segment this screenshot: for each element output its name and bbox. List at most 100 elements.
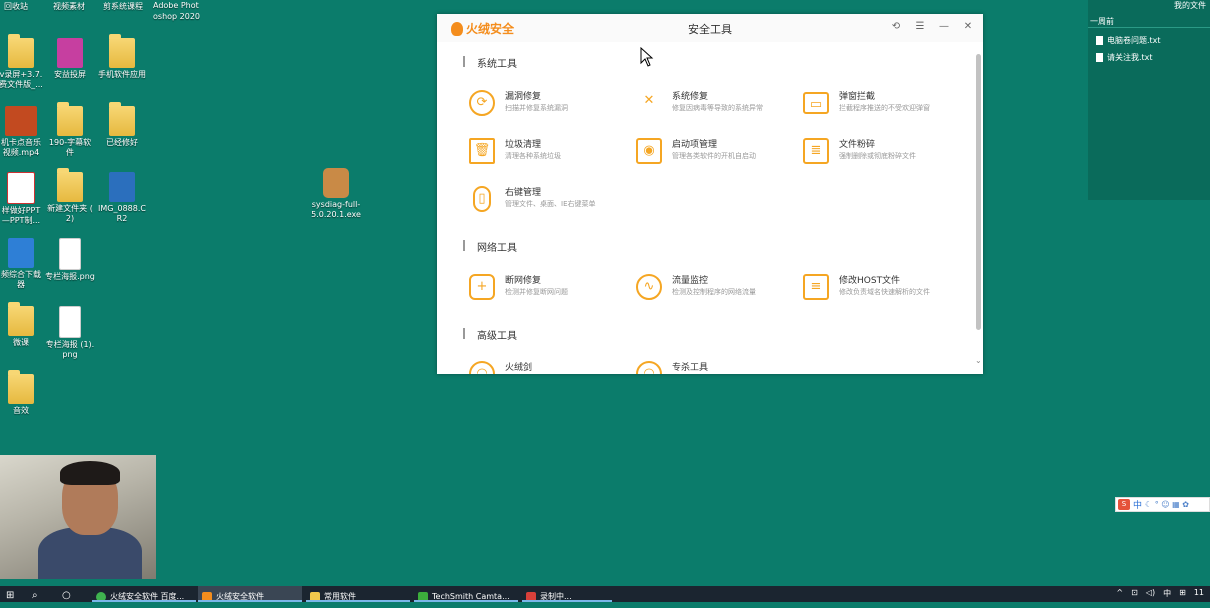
tool-huorong-sword[interactable]: ◠ 火绒剑 [469,358,629,374]
mouse-cursor-icon [640,47,654,67]
close-icon[interactable]: ✕ [963,20,973,34]
firstaid-icon: + [469,274,495,300]
search-icon: ⌕ [32,590,38,601]
tool-desc: 清理各种系统垃圾 [505,152,561,160]
desktop-icon[interactable]: IMG_0888.C R2 [89,172,155,224]
tray-expand-icon[interactable]: ^ [1116,588,1123,599]
fence-divider [1088,27,1210,28]
tools-content: 系统工具 ⟳ 漏洞修复 扫描并修复系统漏洞 ✕ 系统修复 修复因病毒等导致的系统… [437,42,975,374]
fence-week-label: 一周前 [1090,17,1114,26]
desktop-icon-label: 已经修好 [106,138,138,147]
tool-special-kill[interactable]: ◠ 专杀工具 [636,358,796,374]
task-view-button[interactable]: ○ [58,586,80,602]
tool-network-repair[interactable]: + 断网修复 检测并修复断网问题 [469,271,629,307]
taskbar-app-label: 常用软件 [324,592,356,601]
ime-tool-icons[interactable]: ☾ ° ☺ ▦ ✿ [1145,500,1189,509]
window-icon: ▭ [803,92,829,114]
scroll-down-icon[interactable]: ⌄ [975,356,982,365]
image-file-icon [59,238,81,270]
desktop-icon-label: 音效 [13,406,29,415]
folder-icon [57,102,83,136]
tool-name: 文件粉碎 [839,140,876,150]
tool-system-repair[interactable]: ✕ 系统修复 修复因病毒等导致的系统异常 [636,87,796,123]
fence-file[interactable]: 电脑卷问题.txt [1096,35,1161,46]
tool-name: 启动项管理 [672,140,718,150]
tool-desc: 管理文件、桌面、IE右键菜单 [505,200,596,208]
input-icon[interactable]: ⊞ [1179,588,1186,599]
clock[interactable]: 11 [1194,588,1204,599]
section-network-tools: 网络工具 [463,239,517,254]
fence-file[interactable]: 请关注我.txt [1096,52,1153,63]
tool-junk-clean[interactable]: 🗑 垃圾清理 清理各种系统垃圾 [469,135,629,171]
tool-desc: 检测并修复断网问题 [505,288,568,296]
desktop-icon[interactable]: 已经修好 [89,102,155,148]
webcam-overlay [0,455,156,579]
volume-icon[interactable]: ◁) [1146,588,1155,599]
tool-startup-manager[interactable]: ◉ 启动项管理 管理各类软件的开机自启动 [636,135,796,171]
tool-desc: 修改负责域名快速解析的文件 [839,288,930,296]
menu-icon[interactable]: ☰ [915,20,925,34]
image-file-icon [59,306,81,338]
sword-icon: ◠ [469,361,495,374]
desktop-icon[interactable]: 专栏海报.png [37,238,103,282]
pulse-icon: ∿ [636,274,662,300]
minimize-icon[interactable]: — [939,20,949,34]
txt-file-icon [1096,53,1103,62]
tool-context-menu[interactable]: ▯ 右键管理 管理文件、桌面、IE右键菜单 [469,183,629,219]
desktop-fence-panel: 我的文件 一周前 电脑卷问题.txt 请关注我.txt [1088,0,1210,200]
tool-name: 专杀工具 [672,363,709,373]
fence-file-label: 电脑卷问题.txt [1107,36,1161,45]
photoshop-label-2[interactable]: oshop 2020 [153,12,200,21]
back-icon[interactable]: ⟲ [891,20,901,34]
txt-file-icon [1096,36,1103,45]
monitor-icon: ◉ [636,138,662,164]
folder-icon [109,34,135,68]
tool-desc: 检测及控制程序的网络流量 [672,288,756,296]
trash-icon: 🗑 [469,138,495,164]
course-label[interactable]: 剪系统课程 [103,1,143,12]
tool-popup-block[interactable]: ▭ 弹窗拦截 拦截程序推送的不受欢迎弹窗 [803,87,963,123]
tool-vulnerability-fix[interactable]: ⟳ 漏洞修复 扫描并修复系统漏洞 [469,87,629,123]
start-button[interactable]: ⊞ [2,586,24,602]
ime-lang[interactable]: 中 [1133,498,1142,511]
tool-file-shredder[interactable]: ≣ 文件粉碎 强制删除或彻底粉碎文件 [803,135,963,171]
tool-name: 修改HOST文件 [839,276,901,286]
title-bar[interactable]: 火绒安全 安全工具 ⟲ ☰ — ✕ [437,14,983,42]
tool-traffic-monitor[interactable]: ∿ 流量监控 检测及控制程序的网络流量 [636,271,796,307]
desktop-icon[interactable]: 手机软件应用 [89,34,155,80]
person-hair [60,461,120,485]
desktop-icon[interactable]: sysdiag-full- 5.0.20.1.exe [303,168,369,220]
folder-icon [57,168,83,202]
ppt-icon [7,172,35,204]
tool-desc: 修复因病毒等导致的系统异常 [672,104,763,112]
kill-icon: ◠ [636,361,662,374]
refresh-icon: ⟳ [469,90,495,116]
security-tools-window: 火绒安全 安全工具 ⟲ ☰ — ✕ 系统工具 ⟳ 漏洞修复 扫描并修复系统漏洞 … [437,14,983,374]
desktop-icon[interactable]: 音效 [0,370,54,416]
image-file-icon [109,172,135,202]
shredder-icon: ≣ [803,138,829,164]
recycle-bin-label[interactable]: 回收站 [4,1,28,12]
ime-indicator[interactable]: 中 [1163,588,1171,599]
tool-edit-hosts[interactable]: ≡ 修改HOST文件 修改负责域名快速解析的文件 [803,271,963,307]
tool-name: 系统修复 [672,92,709,102]
folder-icon [8,302,34,336]
video-material-label[interactable]: 视频素材 [53,1,85,12]
search-button[interactable]: ⌕ [28,586,48,602]
downloader-icon [8,238,34,268]
ime-toolbar[interactable]: S 中 ☾ ° ☺ ▦ ✿ [1115,497,1210,512]
desktop-icon-label: sysdiag-full- 5.0.20.1.exe [311,200,361,219]
taskbar-app-label: 录制中... [540,592,572,601]
scrollbar-thumb[interactable] [976,54,981,330]
folder-icon [109,102,135,136]
tool-desc: 扫描并修复系统漏洞 [505,104,568,112]
photoshop-label[interactable]: Adobe Phot [153,1,199,10]
desktop-icon[interactable]: 专栏海报 (1). png [37,306,103,360]
taskbar-app-label: TechSmith Camta... [432,592,510,601]
folder-icon [8,370,34,404]
network-icon[interactable]: ⊡ [1131,588,1138,599]
wrench-icon: ✕ [643,93,655,108]
screen-cast-icon [57,38,83,68]
tool-name: 火绒剑 [505,363,533,373]
desktop-icon-label: IMG_0888.C R2 [98,204,146,223]
